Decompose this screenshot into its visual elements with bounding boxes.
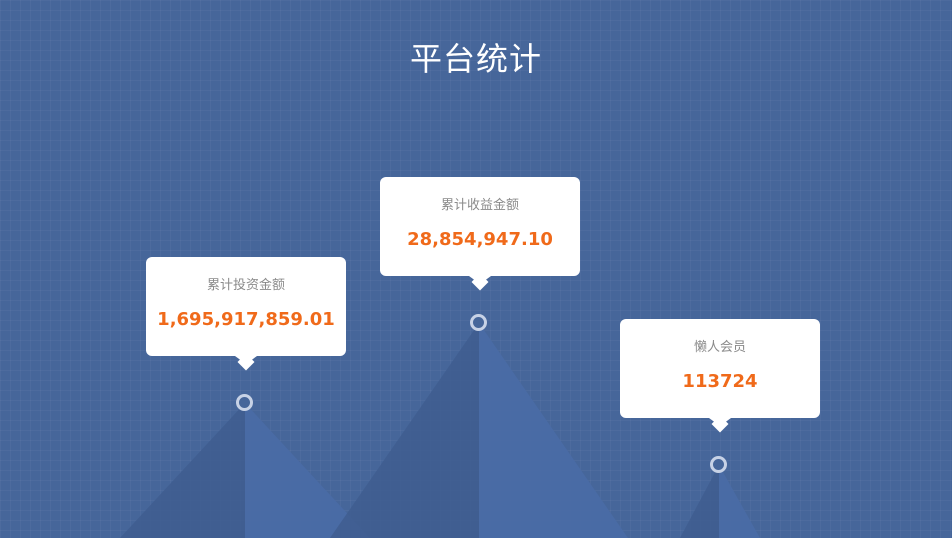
card-pointer [235,356,257,364]
mountain-right-lit [719,465,760,538]
mountain-left-shadow [120,403,245,538]
card-pointer [469,276,491,284]
stat-label-members: 懒人会员 [693,340,746,355]
peak-marker-right [710,456,727,473]
stat-card-members: 懒人会员 113724 [620,319,820,426]
mountain-middle-shadow [330,323,479,538]
mountain-middle-lit [479,323,628,538]
stat-label-total-investment: 累计投资金额 [206,278,285,293]
mountain-right-shadow [680,465,719,538]
card-pointer [709,418,731,426]
stat-card-total-investment: 累计投资金额 1,695,917,859.01 [146,257,346,364]
stat-value-members: 113724 [682,371,758,392]
peak-marker-middle [470,314,487,331]
stat-label-total-earnings: 累计收益金额 [440,198,519,213]
stat-value-total-investment: 1,695,917,859.01 [157,309,335,330]
stat-value-total-earnings: 28,854,947.10 [407,229,553,250]
stat-card-total-earnings: 累计收益金额 28,854,947.10 [380,177,580,284]
peak-marker-left [236,394,253,411]
